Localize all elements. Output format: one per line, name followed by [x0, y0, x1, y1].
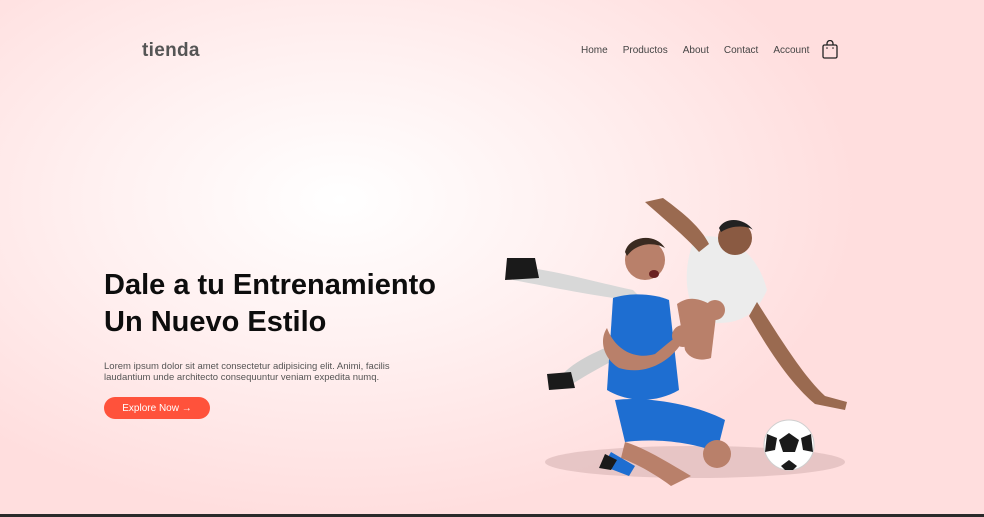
shopping-bag-icon[interactable] [822, 39, 838, 59]
navbar: tienda Home Productos About Contact Acco… [0, 0, 984, 100]
hero: Dale a tu Entrenamiento Un Nuevo Estilo … [104, 267, 504, 383]
nav-item-account[interactable]: Account [773, 45, 809, 56]
nav-item-productos[interactable]: Productos [623, 45, 668, 56]
main-nav: Home Productos About Contact Account [581, 45, 809, 56]
hero-description-line1: Lorem ipsum dolor sit amet consectetur a… [104, 361, 390, 372]
explore-now-button[interactable]: Explore Now → [104, 397, 210, 419]
hero-title-line2: Un Nuevo Estilo [104, 306, 327, 338]
nav-item-contact[interactable]: Contact [724, 45, 758, 56]
hero-title-line1: Dale a tu Entrenamiento [104, 269, 436, 301]
soccer-players-image [495, 190, 875, 500]
hero-description-line2: laudantium unde architecto consequuntur … [104, 372, 380, 383]
hero-description: Lorem ipsum dolor sit amet consectetur a… [104, 361, 414, 383]
logo[interactable]: tienda [142, 40, 200, 62]
nav-item-about[interactable]: About [683, 45, 709, 56]
nav-item-home[interactable]: Home [581, 45, 608, 56]
hero-title: Dale a tu Entrenamiento Un Nuevo Estilo [104, 267, 504, 341]
